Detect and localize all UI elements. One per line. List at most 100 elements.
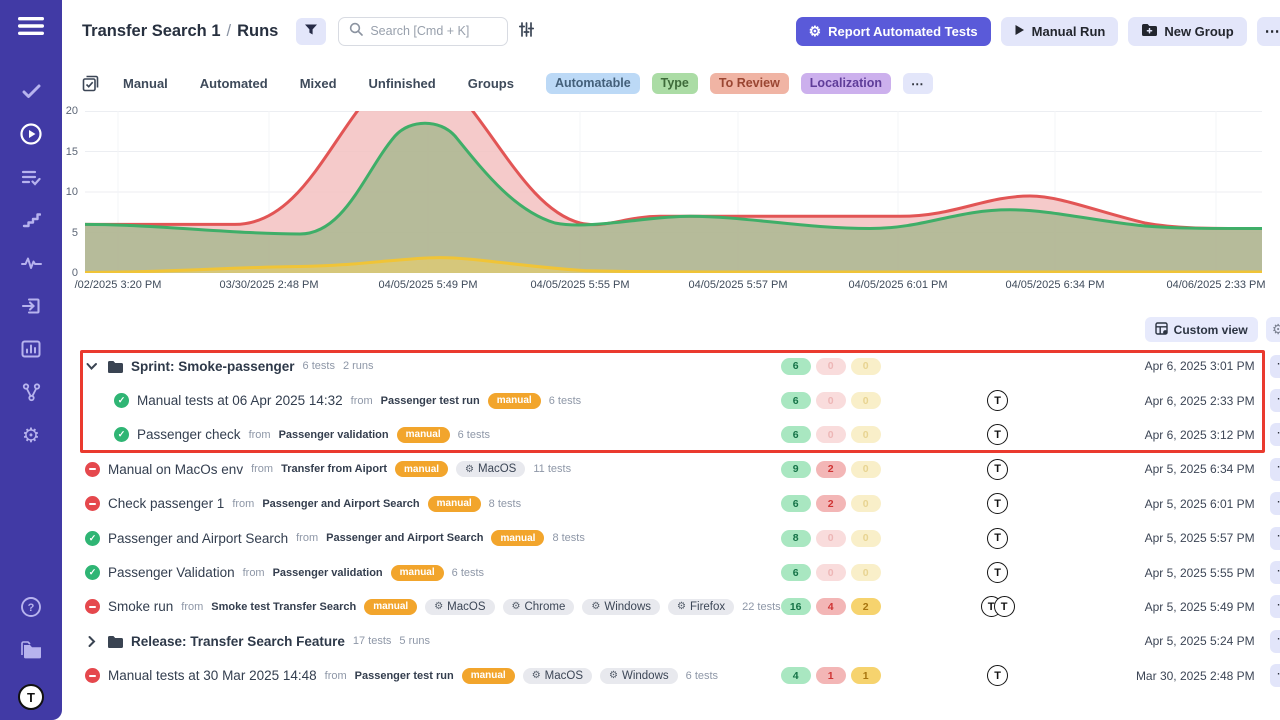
env-chip: ⚙MacOS xyxy=(425,599,494,615)
run-source[interactable]: Passenger and Airport Search xyxy=(326,532,483,544)
tab-unfinished[interactable]: Unfinished xyxy=(369,76,436,91)
table-row-run[interactable]: ✓ Passenger Validation from Passenger va… xyxy=(62,555,1280,589)
run-title[interactable]: Passenger Validation xyxy=(108,565,235,580)
skipped-count-pill: 0 xyxy=(851,564,881,581)
run-date: Apr 5, 2025 5:55 PM xyxy=(1103,566,1255,580)
run-source[interactable]: Passenger test run xyxy=(381,395,480,407)
search-settings-button[interactable] xyxy=(518,22,535,40)
search-box xyxy=(338,17,508,46)
run-title[interactable]: Manual tests at 30 Mar 2025 14:48 xyxy=(108,668,317,683)
new-group-button[interactable]: New Group xyxy=(1128,17,1246,46)
run-source[interactable]: Passenger test run xyxy=(355,670,454,682)
report-automated-tests-button[interactable]: ⚙ Report Automated Tests xyxy=(796,17,991,46)
table-row-run[interactable]: Manual on MacOs env from Transfer from A… xyxy=(62,452,1280,486)
sidebar-item-tests[interactable] xyxy=(16,76,46,106)
row-more-button[interactable]: ⋯ xyxy=(1270,492,1280,515)
tab-groups[interactable]: Groups xyxy=(468,76,514,91)
run-title[interactable]: Passenger and Airport Search xyxy=(108,531,288,546)
sidebar-item-milestones[interactable] xyxy=(16,205,46,235)
row-more-button[interactable]: ⋯ xyxy=(1270,630,1280,653)
custom-view-button[interactable]: Custom view xyxy=(1145,317,1258,342)
chevron-right-icon[interactable] xyxy=(85,635,99,648)
tag-automatable[interactable]: Automatable xyxy=(546,73,640,94)
table-row-run[interactable]: ✓ Manual tests at 06 Apr 2025 14:32 from… xyxy=(62,383,1280,417)
row-more-button[interactable]: ⋯ xyxy=(1270,458,1280,481)
tag-to-review[interactable]: To Review xyxy=(710,73,789,94)
sidebar-item-integrations[interactable] xyxy=(16,377,46,407)
run-source[interactable]: Transfer from Aiport xyxy=(281,463,387,475)
row-more-button[interactable]: ⋯ xyxy=(1270,561,1280,584)
run-title[interactable]: Check passenger 1 xyxy=(108,496,224,511)
row-more-button[interactable]: ⋯ xyxy=(1270,595,1280,618)
manual-run-button[interactable]: Manual Run xyxy=(1001,17,1119,46)
table-row-run[interactable]: ✓ Passenger check from Passenger validat… xyxy=(62,418,1280,452)
assignee-avatar[interactable]: T xyxy=(987,390,1008,411)
sidebar-item-test-plans[interactable] xyxy=(16,162,46,192)
tab-automated[interactable]: Automated xyxy=(200,76,268,91)
passed-count-pill: 6 xyxy=(781,426,811,443)
assignee-avatar[interactable]: T xyxy=(987,528,1008,549)
run-title[interactable]: Manual on MacOs env xyxy=(108,462,243,477)
sidebar-item-requirements[interactable] xyxy=(16,291,46,321)
run-title[interactable]: Manual tests at 06 Apr 2025 14:32 xyxy=(137,393,343,408)
assignee-avatar[interactable]: T xyxy=(987,665,1008,686)
green-series-line xyxy=(85,123,1262,234)
sidebar-item-reports[interactable] xyxy=(16,334,46,364)
row-more-button[interactable]: ⋯ xyxy=(1270,664,1280,687)
row-more-button[interactable]: ⋯ xyxy=(1270,355,1280,378)
header-more-button[interactable]: ⋯ xyxy=(1257,17,1280,46)
table-settings-button[interactable]: ⚙ xyxy=(1266,317,1280,342)
table-row-run[interactable]: Check passenger 1 from Passenger and Air… xyxy=(62,487,1280,521)
chevron-down-icon[interactable] xyxy=(85,360,99,373)
sidebar-item-runs[interactable] xyxy=(16,119,46,149)
assignee-avatar[interactable]: T xyxy=(987,459,1008,480)
tag-type[interactable]: Type xyxy=(652,73,698,94)
failed-count-pill: 2 xyxy=(816,495,846,512)
x-tick-5: 04/05/2025 6:01 PM xyxy=(848,279,947,291)
run-source[interactable]: Passenger validation xyxy=(273,567,383,579)
assignee-avatar[interactable]: T xyxy=(994,596,1015,617)
tab-mixed[interactable]: Mixed xyxy=(300,76,337,91)
search-input[interactable] xyxy=(370,24,490,38)
group-title[interactable]: Release: Transfer Search Feature xyxy=(131,634,345,649)
tab-manual[interactable]: Manual xyxy=(123,76,168,91)
row-more-button[interactable]: ⋯ xyxy=(1270,389,1280,412)
filter-button[interactable] xyxy=(296,18,326,45)
sidebar-item-activity[interactable] xyxy=(16,248,46,278)
group-title[interactable]: Sprint: Smoke-passenger xyxy=(131,359,295,374)
help-icon[interactable]: ? xyxy=(16,592,46,622)
table-toolbar: Custom view ⚙ xyxy=(62,317,1280,342)
assignee-avatar[interactable]: T xyxy=(987,493,1008,514)
x-tick-6: 04/05/2025 6:34 PM xyxy=(1005,279,1104,291)
assignee-avatar[interactable]: T xyxy=(987,562,1008,583)
hamburger-menu-icon[interactable] xyxy=(18,17,44,40)
run-title[interactable]: Smoke run xyxy=(108,599,173,614)
run-source[interactable]: Smoke test Transfer Search xyxy=(211,601,356,613)
run-title[interactable]: Passenger check xyxy=(137,427,241,442)
user-avatar[interactable]: T xyxy=(18,684,44,710)
select-all-icon[interactable] xyxy=(82,75,99,92)
table-row-group-sprint[interactable]: Sprint: Smoke-passenger 6 tests 2 runs 6… xyxy=(62,349,1280,383)
tags-more-button[interactable]: ⋯ xyxy=(903,73,933,94)
assignee-avatar[interactable]: T xyxy=(987,424,1008,445)
sidebar-item-settings[interactable]: ⚙ xyxy=(16,420,46,450)
table-row-run[interactable]: ✓ Passenger and Airport Search from Pass… xyxy=(62,521,1280,555)
row-more-button[interactable]: ⋯ xyxy=(1270,423,1280,446)
chart-plot[interactable] xyxy=(85,111,1262,273)
table-row-run[interactable]: Manual tests at 30 Mar 2025 14:48 from P… xyxy=(62,659,1280,693)
projects-folder-icon[interactable] xyxy=(16,635,46,665)
failed-count-pill: 2 xyxy=(816,461,846,478)
row-more-button[interactable]: ⋯ xyxy=(1270,527,1280,550)
run-source[interactable]: Passenger and Airport Search xyxy=(262,498,419,510)
gear-icon: ⚙ xyxy=(677,601,686,612)
table-row-run[interactable]: Smoke run from Smoke test Transfer Searc… xyxy=(62,590,1280,624)
from-label: from xyxy=(325,670,347,682)
passed-count-pill: 6 xyxy=(781,392,811,409)
breadcrumb-project[interactable]: Transfer Search 1 xyxy=(82,22,221,40)
tag-localization[interactable]: Localization xyxy=(801,73,891,94)
failed-count-pill: 0 xyxy=(816,426,846,443)
run-source[interactable]: Passenger validation xyxy=(279,429,389,441)
y-tick-5: 5 xyxy=(62,227,78,239)
table-row-group-release[interactable]: Release: Transfer Search Feature 17 test… xyxy=(62,624,1280,658)
ellipsis-icon: ⋯ xyxy=(1265,22,1280,40)
